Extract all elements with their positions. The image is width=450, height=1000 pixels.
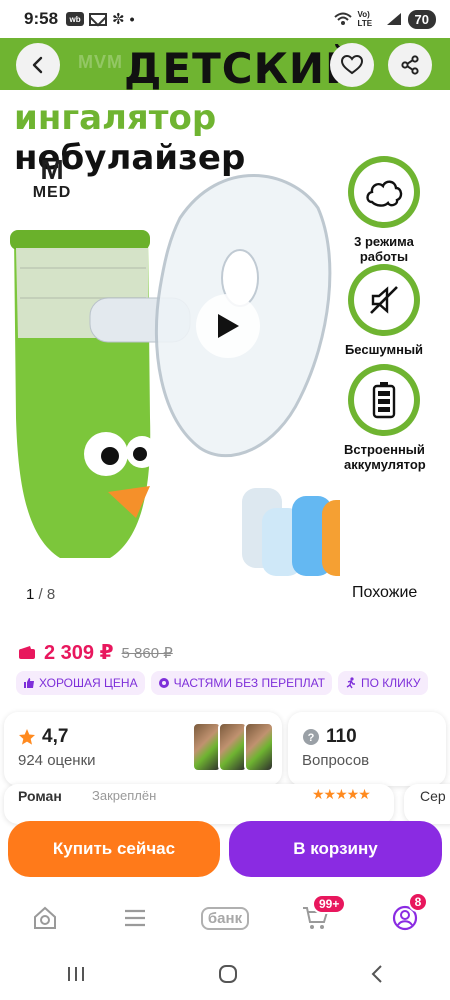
cart-badge: 99+ — [312, 894, 347, 914]
feature-silent-label: Бесшумный — [344, 342, 424, 357]
review-photo[interactable] — [244, 722, 274, 772]
review-author-next: Сер — [420, 788, 446, 804]
home-search-icon — [34, 906, 56, 929]
back-nav-icon[interactable] — [369, 963, 385, 985]
product-image — [10, 174, 340, 576]
nav-profile[interactable]: 8 — [380, 892, 430, 938]
question-bubble-icon: ? — [303, 729, 319, 745]
favorite-button[interactable] — [330, 43, 374, 87]
product-page: 9:58 wb ✼ • Vo) LTE 70 MVM ДЕТСКИЙ ингал… — [0, 0, 450, 1000]
rating-count: 924 оценки — [18, 752, 96, 769]
star-icon — [19, 729, 35, 745]
current-price: 2 309 ₽ — [44, 642, 114, 664]
running-icon — [346, 677, 356, 689]
feature-modes: 3 режима работы — [344, 156, 424, 264]
bank-label: банк — [200, 906, 250, 930]
chip-installments[interactable]: ЧАСТЯМИ БЕЗ ПЕРЕПЛАТ — [150, 671, 333, 695]
system-nav-bar — [0, 948, 450, 1000]
recent-apps-icon[interactable] — [65, 964, 87, 984]
signal-icon — [386, 13, 401, 25]
gallery-pager: 1 / 8 — [26, 586, 55, 603]
wallet-icon — [19, 645, 35, 659]
rating-value: 4,7 — [42, 726, 69, 747]
svg-text:?: ? — [308, 732, 315, 744]
buy-now-button[interactable]: Купить сейчас — [8, 821, 220, 877]
feature-silent: Бесшумный — [344, 264, 424, 357]
thumbs-up-icon — [24, 678, 34, 688]
status-bar: 9:58 wb ✼ • Vo) LTE 70 — [0, 0, 450, 38]
play-icon — [218, 314, 239, 338]
feature-battery-label: Встроенный аккумулятор — [344, 442, 426, 472]
nav-catalog[interactable] — [110, 898, 160, 938]
battery-icon — [372, 382, 396, 419]
nav-home[interactable] — [20, 898, 70, 938]
review-pinned: Закреплён — [92, 788, 157, 803]
share-button[interactable] — [388, 43, 432, 87]
feature-battery: Встроенный аккумулятор — [344, 364, 426, 472]
dot-icon: • — [129, 11, 135, 27]
banner-title-line1: ДЕТСКИЙ — [124, 44, 362, 93]
wifi-icon — [333, 12, 352, 25]
nav-cart[interactable]: 99+ — [290, 894, 347, 938]
nav-bank[interactable]: банк — [200, 898, 250, 938]
network-label: Vo) LTE — [357, 10, 373, 28]
similar-button[interactable]: Похожие — [340, 576, 430, 610]
chip-installments-label: ЧАСТЯМИ БЕЗ ПЕРЕПЛАТ — [173, 676, 326, 690]
review-stars: ★★★★★ — [312, 786, 371, 802]
menu-icon — [125, 909, 145, 927]
cloud-icon — [366, 180, 403, 207]
pager-current: 1 — [26, 586, 35, 603]
add-to-cart-button[interactable]: В корзину — [229, 821, 442, 877]
battery-indicator: 70 — [407, 9, 436, 29]
questions-card[interactable]: ? 110 Вопросов — [288, 712, 446, 786]
play-video-button[interactable] — [196, 294, 260, 358]
badge-chips: ХОРОШАЯ ЦЕНА ЧАСТЯМИ БЕЗ ПЕРЕПЛАТ ПО КЛИ… — [16, 671, 428, 695]
review-photos[interactable] — [192, 722, 274, 772]
snowflake-icon: ✼ — [112, 11, 125, 28]
share-icon — [401, 55, 419, 75]
installments-icon — [158, 678, 169, 688]
chip-one-click[interactable]: ПО КЛИКУ — [338, 671, 428, 695]
chip-good-price-label: ХОРОШАЯ ЦЕНА — [39, 676, 138, 690]
pager-total: / 8 — [38, 586, 56, 603]
old-price: 5 860 ₽ — [121, 644, 173, 662]
heart-icon — [341, 55, 363, 75]
bottom-nav: банк 99+ 8 — [0, 890, 450, 946]
chip-one-click-label: ПО КЛИКУ — [361, 676, 421, 690]
questions-label: Вопросов — [302, 752, 370, 769]
wb-icon: wb — [66, 12, 85, 26]
profile-badge: 8 — [408, 892, 428, 912]
feature-modes-label: 3 режима работы — [354, 234, 414, 264]
chip-good-price[interactable]: ХОРОШАЯ ЦЕНА — [16, 671, 145, 695]
home-button-icon[interactable] — [217, 963, 239, 985]
back-button[interactable] — [16, 43, 60, 87]
product-gallery[interactable]: MVM ДЕТСКИЙ ингалятор небулайзер M MED 3… — [0, 38, 450, 610]
review-author: Роман — [18, 788, 62, 804]
mail-icon — [89, 12, 108, 26]
questions-count: 110 — [326, 726, 357, 747]
chevron-left-icon — [32, 56, 43, 74]
mute-icon — [370, 286, 398, 314]
price-block: 2 309 ₽ 5 860 ₽ — [18, 640, 173, 665]
status-time: 9:58 — [24, 9, 59, 28]
banner-title-green: ингалятор — [14, 98, 217, 138]
rating-card[interactable]: 4,7 924 оценки — [4, 712, 282, 786]
faded-brand-text: MVM — [78, 52, 123, 72]
